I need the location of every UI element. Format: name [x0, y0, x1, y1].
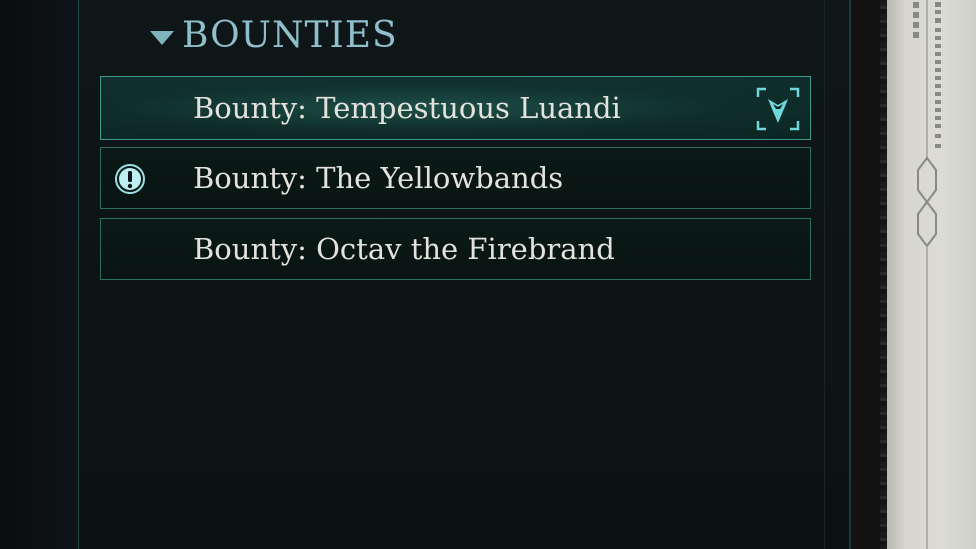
quest-row-octav-the-firebrand[interactable]: Bounty: Octav the Firebrand — [100, 218, 811, 280]
quest-row-the-yellowbands[interactable]: Bounty: The Yellowbands — [100, 147, 811, 209]
quest-label: Bounty: Octav the Firebrand — [193, 232, 615, 266]
tracked-quest-icon[interactable] — [754, 85, 802, 133]
quest-row-tempestuous-luandi[interactable]: Bounty: Tempestuous Luandi — [100, 76, 811, 140]
bounties-section-header[interactable]: BOUNTIES — [150, 14, 398, 58]
ornament-decoration — [913, 0, 941, 549]
quest-list: Bounty: Tempestuous Luandi Bounty: The Y… — [100, 76, 811, 289]
quest-label: Bounty: Tempestuous Luandi — [193, 91, 621, 125]
panel-divider — [824, 0, 825, 549]
left-edge-background — [0, 0, 78, 549]
section-title: BOUNTIES — [182, 15, 398, 56]
chevron-down-icon[interactable] — [150, 31, 174, 45]
exclamation-icon — [115, 164, 145, 194]
quest-journal-screen: BOUNTIES Bounty: Tempestuous Luandi Boun… — [0, 0, 976, 549]
quest-label: Bounty: The Yellowbands — [193, 161, 564, 195]
